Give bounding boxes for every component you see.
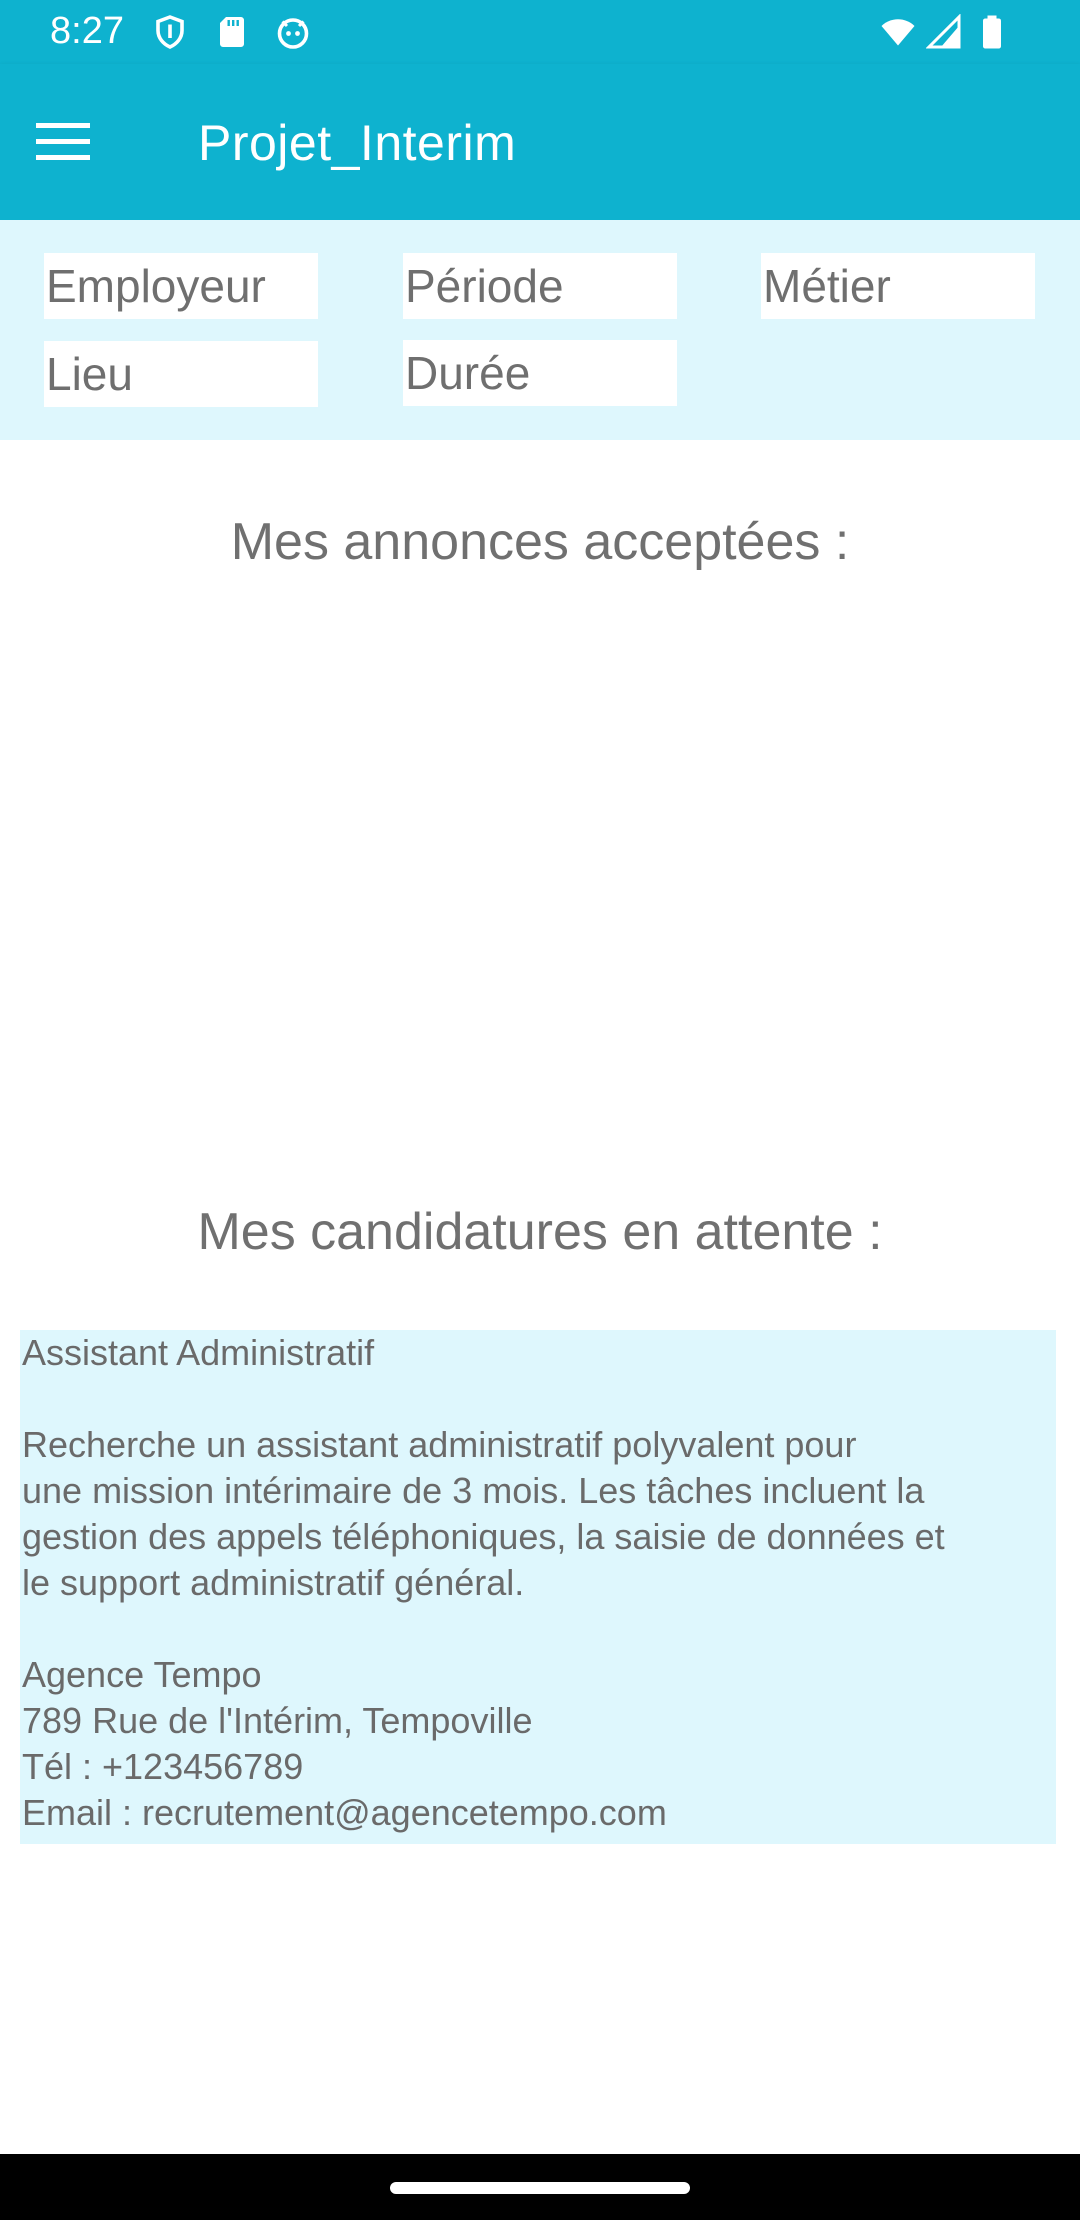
system-navigation-bar (0, 2154, 1080, 2220)
menu-button[interactable] (36, 110, 116, 174)
duree-filter-input[interactable] (403, 340, 677, 406)
metier-filter-input[interactable] (761, 253, 1035, 319)
filter-panel (0, 220, 1080, 440)
accepted-listings-title: Mes annonces acceptées : (230, 513, 850, 571)
accepted-listings-list (0, 590, 1080, 1150)
shield-icon (156, 15, 184, 49)
lieu-filter-input[interactable] (44, 341, 318, 407)
application-description-line: le support administratif général. (22, 1562, 525, 1603)
agency-email: Email : recrutement@agencetempo.com (22, 1792, 667, 1833)
battery-icon (983, 15, 1001, 49)
wifi-icon (881, 19, 915, 46)
application-description-line: gestion des appels téléphoniques, la sai… (22, 1516, 945, 1557)
status-bar: 8:27 (0, 0, 1080, 64)
application-description-line: Recherche un assistant administratif pol… (22, 1424, 857, 1465)
application-title: Assistant Administratif (22, 1332, 375, 1373)
cell-signal-icon (926, 14, 961, 49)
android-face-icon (277, 18, 309, 49)
agency-name: Agence Tempo (22, 1654, 262, 1695)
agency-address: 789 Rue de l'Intérim, Tempoville (22, 1700, 533, 1741)
app-title: Projet_Interim (198, 115, 517, 171)
app-bar: Projet_Interim (0, 64, 1080, 220)
periode-filter-input[interactable] (403, 253, 677, 319)
home-gesture-handle[interactable] (390, 2182, 690, 2194)
sd-card-icon (220, 17, 244, 47)
employeur-filter-input[interactable] (44, 253, 318, 319)
pending-application-card[interactable]: Assistant Administratif Recherche un ass… (20, 1330, 1056, 1844)
pending-applications-title: Mes candidatures en attente : (197, 1203, 883, 1261)
agency-phone: Tél : +123456789 (22, 1746, 304, 1787)
hamburger-menu-icon (36, 123, 90, 160)
status-time: 8:27 (50, 10, 124, 52)
screen: 8:27 Projet_Interim Employeur Période Mé… (0, 0, 1080, 2220)
application-description-line: une mission intérimaire de 3 mois. Les t… (22, 1470, 925, 1511)
